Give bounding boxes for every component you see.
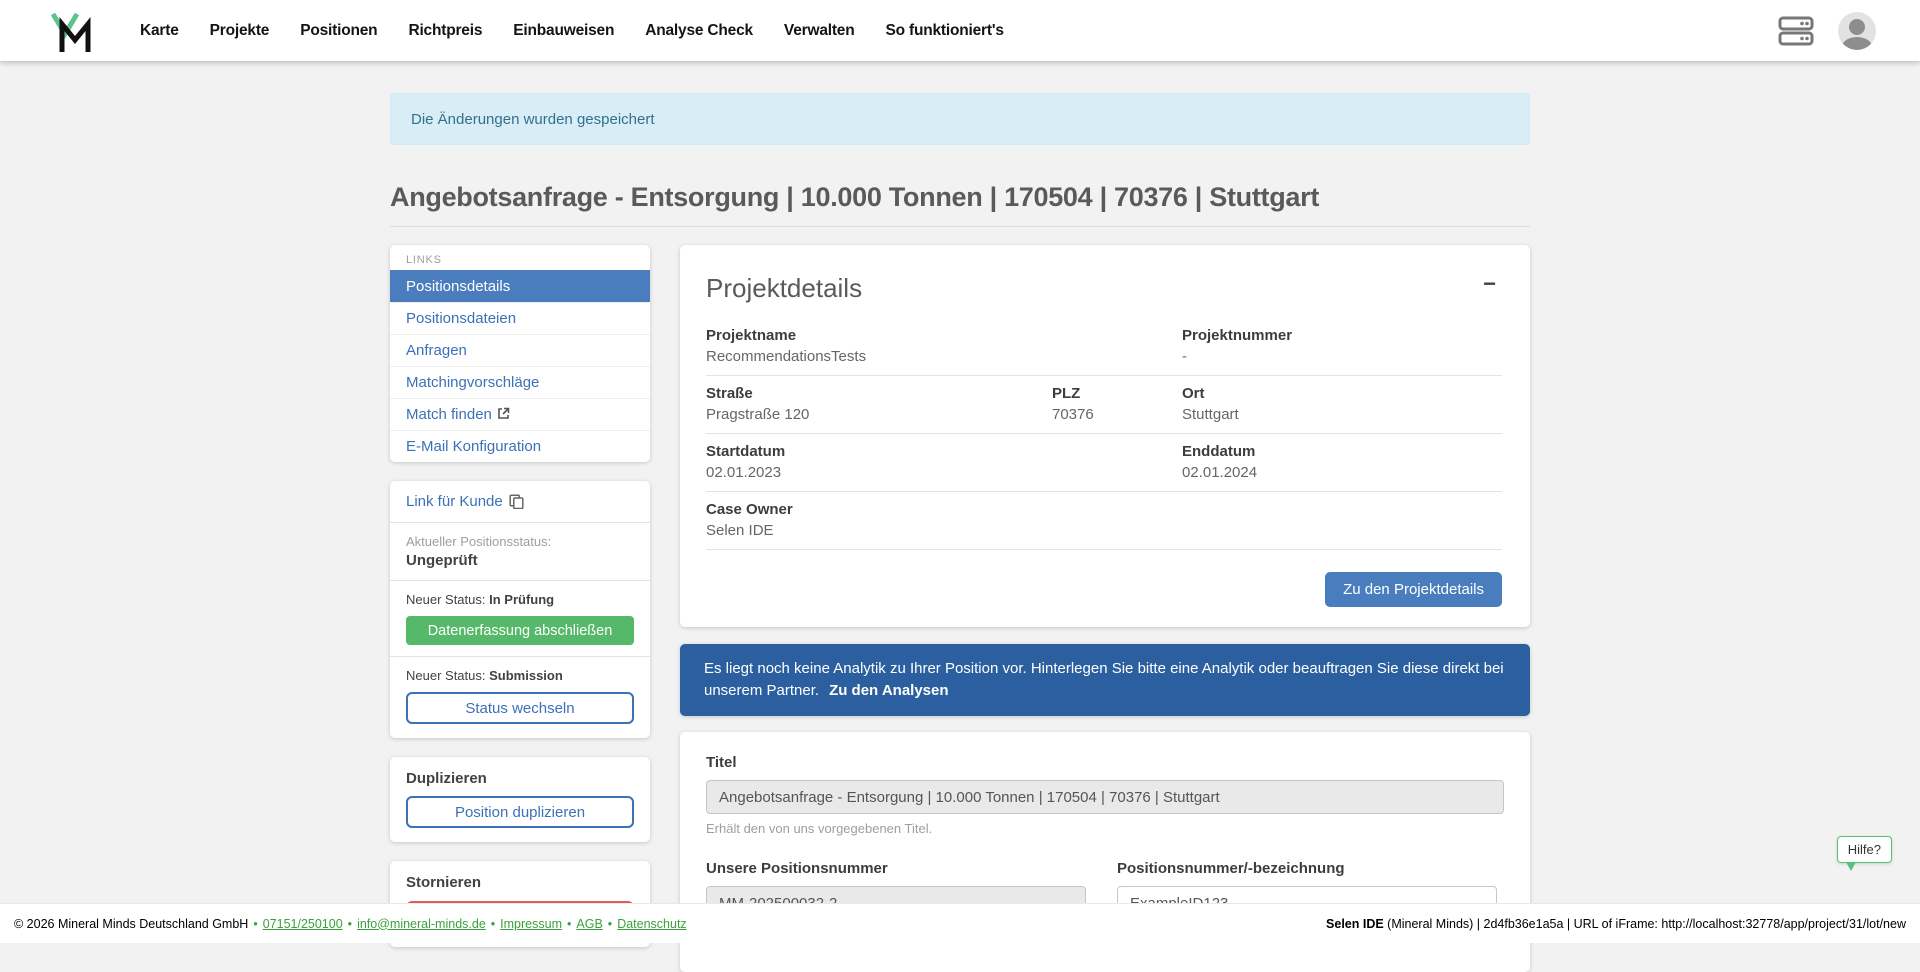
footer-copyright: © 2026 Mineral Minds Deutschland GmbH [14,917,248,931]
positionsnummer-label: Positionsnummer/-bezeichnung [1117,860,1497,877]
collapse-icon[interactable]: − [1477,273,1502,295]
navbar: Karte Projekte Positionen Richtpreis Ein… [0,0,1920,61]
sidebar-item-email-konfiguration[interactable]: E-Mail Konfiguration [390,430,650,462]
external-link-icon [497,407,510,420]
page-container: Die Änderungen wurden gespeichert Angebo… [390,61,1530,972]
field-label: Startdatum [706,443,1182,460]
footer-datenschutz-link[interactable]: Datenschutz [603,917,687,931]
mineral-minds-logo-icon [50,8,92,54]
nav-item-analyse-check[interactable]: Analyse Check [645,22,753,40]
field-value: 02.01.2024 [1182,464,1502,481]
sidebar-item-match-finden[interactable]: Match finden [390,398,650,430]
titel-label: Titel [706,754,1504,771]
divider [390,522,650,523]
current-status-value: Ungeprüft [406,552,634,569]
titel-input [706,780,1504,814]
next-status-1-label: Neuer Status: [406,592,486,607]
title-divider [390,226,1530,227]
sidebar-item-positionsdateien[interactable]: Positionsdateien [390,302,650,334]
sidebar: LINKS Positionsdetails Positionsdateien … [390,245,650,947]
field-label: Straße [706,385,1052,402]
cancel-card-title: Stornieren [406,874,634,891]
help-button[interactable]: Hilfe? [1837,836,1892,863]
zu-den-projektdetails-button[interactable]: Zu den Projektdetails [1325,572,1502,607]
next-status-1-value: In Prüfung [489,592,554,607]
sidebar-item-label: Match finden [406,406,492,423]
status-card: Link für Kunde Aktueller Positionsstatus… [390,481,650,738]
field-value: Pragstraße 120 [706,406,1052,423]
nav-item-projekte[interactable]: Projekte [210,22,270,40]
session-user: Selen IDE [1326,917,1384,931]
save-confirmation-alert: Die Änderungen wurden gespeichert [390,93,1530,145]
field-value: Stuttgart [1182,406,1502,423]
server-icon[interactable] [1778,16,1814,46]
project-row-dates: Startdatum 02.01.2023 Enddatum 02.01.202… [706,434,1502,492]
project-row-address: Straße Pragstraße 120 PLZ 70376 Ort Stut… [706,376,1502,434]
field-value: - [1182,348,1502,365]
duplicate-card-title: Duplizieren [406,770,634,787]
links-card: LINKS Positionsdetails Positionsdateien … [390,245,650,462]
next-status-2-label: Neuer Status: [406,668,486,683]
field-value: 70376 [1052,406,1182,423]
sidebar-item-matchingvorschlaege[interactable]: Matchingvorschläge [390,366,650,398]
analytics-banner-text: Es liegt noch keine Analytik zu Ihrer Po… [704,660,1504,699]
projektdetails-card: Projektdetails − Projektname Recommendat… [680,245,1530,627]
footer-impressum-link[interactable]: Impressum [486,917,562,931]
main-column: Projektdetails − Projektname Recommendat… [680,245,1530,972]
nav-item-karte[interactable]: Karte [140,22,179,40]
session-info: Selen IDE (Mineral Minds) | 2d4fb36e1a5a… [1326,917,1906,931]
footer: © 2026 Mineral Minds Deutschland GmbH 07… [0,903,1920,943]
app-logo[interactable] [50,8,94,54]
link-fuer-kunde[interactable]: Link für Kunde [406,493,524,510]
next-status-2-value: Submission [489,668,563,683]
link-fuer-kunde-label: Link für Kunde [406,493,503,510]
field-label: Case Owner [706,501,1182,518]
position-duplizieren-button[interactable]: Position duplizieren [406,796,634,828]
unsere-positionsnummer-label: Unsere Positionsnummer [706,860,1086,877]
project-row-name: Projektname RecommendationsTests Projekt… [706,318,1502,376]
page-title: Angebotsanfrage - Entsorgung | 10.000 To… [390,182,1530,213]
footer-phone-link[interactable]: 07151/250100 [248,917,342,931]
field-label: Enddatum [1182,443,1502,460]
divider [390,580,650,581]
zu-den-analysen-link[interactable]: Zu den Analysen [829,682,948,699]
next-status-2: Neuer Status: Submission [406,668,634,683]
avatar-bust-icon [1842,37,1872,50]
nav-item-verwalten[interactable]: Verwalten [784,22,855,40]
project-row-owner: Case Owner Selen IDE [706,492,1502,550]
nav-item-richtpreis[interactable]: Richtpreis [408,22,482,40]
field-value: Selen IDE [706,522,1182,539]
duplicate-card: Duplizieren Position duplizieren [390,757,650,842]
field-label: PLZ [1052,385,1182,402]
user-avatar[interactable] [1838,12,1876,50]
next-status-1: Neuer Status: In Prüfung [406,592,634,607]
nav-item-so-funktionierts[interactable]: So funktioniert's [886,22,1004,40]
footer-agb-link[interactable]: AGB [562,917,603,931]
main-nav: Karte Projekte Positionen Richtpreis Ein… [140,22,1004,40]
sidebar-item-anfragen[interactable]: Anfragen [390,334,650,366]
field-label: Ort [1182,385,1502,402]
field-value: RecommendationsTests [706,348,1182,365]
status-wechseln-button[interactable]: Status wechseln [406,692,634,724]
avatar-head-icon [1849,19,1865,35]
links-header: LINKS [390,245,650,270]
field-label: Projektnummer [1182,327,1502,344]
projektdetails-title: Projektdetails [706,273,862,304]
nav-item-einbauweisen[interactable]: Einbauweisen [513,22,614,40]
datenerfassung-abschliessen-button[interactable]: Datenerfassung abschließen [406,616,634,645]
session-details: (Mineral Minds) | 2d4fb36e1a5a | URL of … [1384,917,1906,931]
copy-icon [509,494,524,509]
nav-item-positionen[interactable]: Positionen [300,22,377,40]
divider [390,656,650,657]
titel-helper: Erhält den von uns vorgegebenen Titel. [706,821,1504,836]
footer-email-link[interactable]: info@mineral-minds.de [343,917,486,931]
sidebar-item-positionsdetails[interactable]: Positionsdetails [390,270,650,302]
analytics-banner: Es liegt noch keine Analytik zu Ihrer Po… [680,644,1530,716]
alert-message: Die Änderungen wurden gespeichert [411,111,655,128]
field-value: 02.01.2023 [706,464,1182,481]
field-label: Projektname [706,327,1182,344]
current-status-label: Aktueller Positionsstatus: [406,534,634,549]
